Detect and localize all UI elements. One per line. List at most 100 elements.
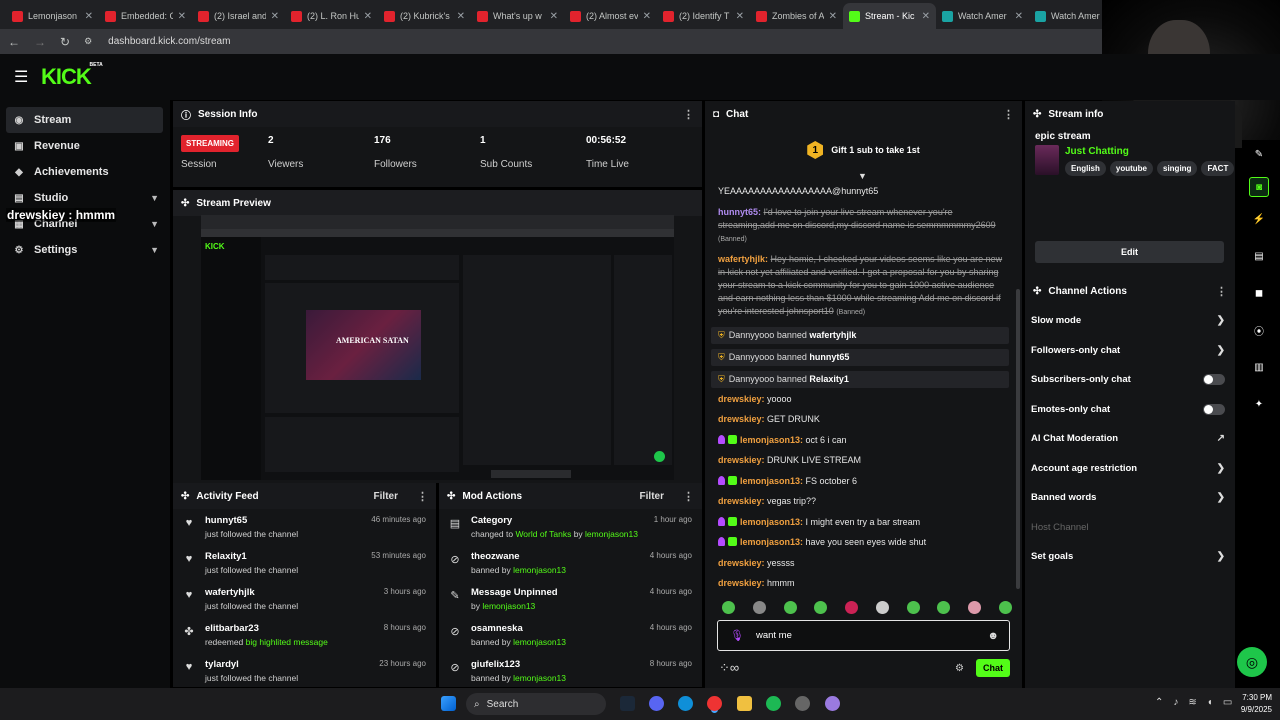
chat-username[interactable]: hunnyt65 (718, 207, 758, 217)
chat-input[interactable]: 🎙 want me ☻ (717, 620, 1010, 651)
microphone-icon[interactable]: 🎙 (730, 629, 744, 642)
close-tab-icon[interactable]: ✕ (271, 11, 279, 22)
chat-username[interactable]: wafertyhjlk (718, 254, 765, 264)
chat-username[interactable]: lemonjason13 (740, 476, 800, 486)
mod-user-link[interactable]: lemonjason13 (482, 601, 535, 611)
taskbar-search[interactable]: ⌕ Search (466, 693, 606, 715)
toggle-switch[interactable] (1203, 374, 1225, 386)
close-tab-icon[interactable]: ✕ (457, 11, 465, 22)
camera-icon[interactable]: ◙ (1249, 177, 1269, 197)
mod-category-link[interactable]: World of Tanks (515, 529, 571, 539)
activity-item[interactable]: ♥ tylardyl just followed the channel 23 hou… (173, 653, 436, 689)
clock[interactable]: 7:30 PM 9/9/2025 (1241, 692, 1272, 716)
mod-filter-button[interactable]: Filter (640, 491, 664, 502)
close-tab-icon[interactable]: ✕ (736, 11, 744, 22)
sidebar-item-settings[interactable]: ⚙ Settings ▼ (6, 237, 163, 263)
reload-icon[interactable]: ↻ (60, 35, 70, 49)
chevron-right-icon[interactable]: ❯ (1217, 492, 1225, 503)
close-tab-icon[interactable]: ✕ (1015, 11, 1023, 22)
site-info-icon[interactable]: ⚙ (84, 36, 92, 47)
activity-item[interactable]: ✤ elitbarbar23 redeemed big highlited mess… (173, 617, 436, 653)
url-text[interactable]: dashboard.kick.com/stream (108, 36, 230, 47)
activity-item[interactable]: ♥ wafertyhjlk just followed the channel 3 h… (173, 581, 436, 617)
more-options-icon[interactable]: ⋮ (683, 108, 694, 121)
emoji-icon[interactable]: ☻ (987, 630, 999, 642)
collapse-icon[interactable]: ✣ (181, 198, 189, 209)
sys-target[interactable]: hunnyt65 (809, 352, 849, 362)
browser-tab[interactable]: (2) Kubrick's ✕ (378, 3, 471, 29)
browser-tab[interactable]: What's up w ✕ (471, 3, 564, 29)
chevron-right-icon[interactable]: ❯ (1217, 345, 1225, 356)
emote-icon[interactable] (906, 601, 920, 614)
channel-action-banned-words[interactable]: Banned words ❯ (1025, 483, 1235, 513)
kick-logo[interactable]: KICK BETA (41, 62, 103, 90)
browser-tab[interactable]: Embedded: C ✕ (99, 3, 192, 29)
broadcast-icon[interactable]: ⦿ (1245, 316, 1273, 345)
more-options-icon[interactable]: ⋮ (1003, 108, 1014, 121)
support-chat-icon[interactable]: ◎ (1237, 647, 1267, 677)
file-explorer-icon[interactable] (737, 696, 752, 711)
channel-action-set-goals[interactable]: Set goals ❯ (1025, 542, 1235, 572)
sys-actor[interactable]: Dannyyooo (729, 352, 775, 362)
channel-action-followers-only-chat[interactable]: Followers-only chat ❯ (1025, 336, 1235, 366)
toggle-switch[interactable] (1203, 403, 1225, 415)
lightning-icon[interactable]: ⚡ (1245, 205, 1273, 234)
mod-user-link[interactable]: lemonjason13 (513, 565, 566, 575)
mod-action-item[interactable]: ▤ Category changed to World of Tanks by le… (439, 509, 702, 545)
category-name[interactable]: Just Chatting (1065, 146, 1234, 157)
spotify-icon[interactable] (766, 696, 781, 711)
stream-tag[interactable]: singing (1157, 161, 1198, 176)
mod-action-item[interactable]: ✎ Message Unpinned by lemonjason13 4 hours … (439, 581, 702, 617)
emote-menu-icon[interactable]: ⁘∞ (719, 660, 739, 676)
chevron-right-icon[interactable]: ❯ (1217, 551, 1225, 562)
more-options-icon[interactable]: ⋮ (417, 490, 428, 503)
sys-target[interactable]: wafertyhjlk (809, 330, 856, 340)
emote-icon[interactable] (968, 601, 982, 614)
emote-icon[interactable] (783, 601, 797, 614)
emote-icon[interactable] (722, 601, 735, 614)
chevron-right-icon[interactable]: ❯ (1217, 315, 1225, 326)
chat-username[interactable]: drewskiey (718, 558, 762, 568)
layout-icon[interactable]: ▥ (1245, 353, 1273, 382)
edit-icon[interactable]: ✎ (1245, 140, 1273, 169)
close-tab-icon[interactable]: ✕ (364, 11, 372, 22)
clipboard-icon[interactable]: ▤ (1245, 242, 1273, 271)
emote-icon[interactable] (814, 601, 828, 614)
sys-actor[interactable]: Dannyyooo (729, 330, 775, 340)
discord-icon[interactable] (649, 696, 664, 711)
close-tab-icon[interactable]: ✕ (922, 11, 930, 22)
mod-action-item[interactable]: ⊘ theozwane banned by lemonjason13 4 hours … (439, 545, 702, 581)
obs-icon[interactable] (825, 696, 840, 711)
stream-tag[interactable]: FACT (1201, 161, 1235, 176)
chat-input-value[interactable]: want me (756, 630, 975, 641)
mod-action-item[interactable]: ⊘ osamneska banned by lemonjason13 4 hours … (439, 617, 702, 653)
edit-stream-info-button[interactable]: Edit (1035, 241, 1224, 263)
edge-icon[interactable] (678, 696, 693, 711)
stream-tag[interactable]: youtube (1109, 161, 1153, 176)
stream-preview-video[interactable]: KICK AMERICAN SATAN (201, 215, 674, 480)
chat-bubble-icon[interactable]: ◼ (1245, 279, 1273, 308)
close-tab-icon[interactable]: ✕ (550, 11, 558, 22)
close-tab-icon[interactable]: ✕ (178, 11, 186, 22)
external-link-icon[interactable]: ↗ (1217, 433, 1225, 444)
mod-action-item[interactable]: ⊘ giufelix123 banned by lemonjason13 8 hour… (439, 653, 702, 689)
emote-icon[interactable] (998, 601, 1012, 614)
chat-username[interactable]: drewskiey (718, 455, 762, 465)
more-options-icon[interactable]: ⋮ (1216, 285, 1227, 298)
wrench-icon[interactable]: ✦ (1245, 390, 1273, 419)
chevron-down-icon[interactable]: ▼ (150, 193, 159, 203)
browser-tab[interactable]: Stream - Kic ✕ (843, 3, 936, 29)
chat-username[interactable]: lemonjason13 (740, 435, 800, 445)
settings-app-icon[interactable] (795, 696, 810, 711)
close-tab-icon[interactable]: ✕ (829, 11, 837, 22)
browser-tab[interactable]: Lemonjason ✕ (6, 3, 99, 29)
channel-action-emotes-only-chat[interactable]: Emotes-only chat (1025, 395, 1235, 425)
browser-tab[interactable]: (2) L. Ron Hu ✕ (285, 3, 378, 29)
battery-icon[interactable]: ▭ (1223, 697, 1232, 708)
chat-username[interactable]: lemonjason13 (740, 537, 800, 547)
channel-action-slow-mode[interactable]: Slow mode ❯ (1025, 306, 1235, 336)
activity-item[interactable]: ♥ hunnyt65 just followed the channel 46 min… (173, 509, 436, 545)
wifi-icon[interactable]: ≋ (1188, 697, 1196, 708)
browser-tab[interactable]: Watch Amer ✕ (936, 3, 1029, 29)
sidebar-item-achievements[interactable]: ◆ Achievements (6, 159, 163, 185)
